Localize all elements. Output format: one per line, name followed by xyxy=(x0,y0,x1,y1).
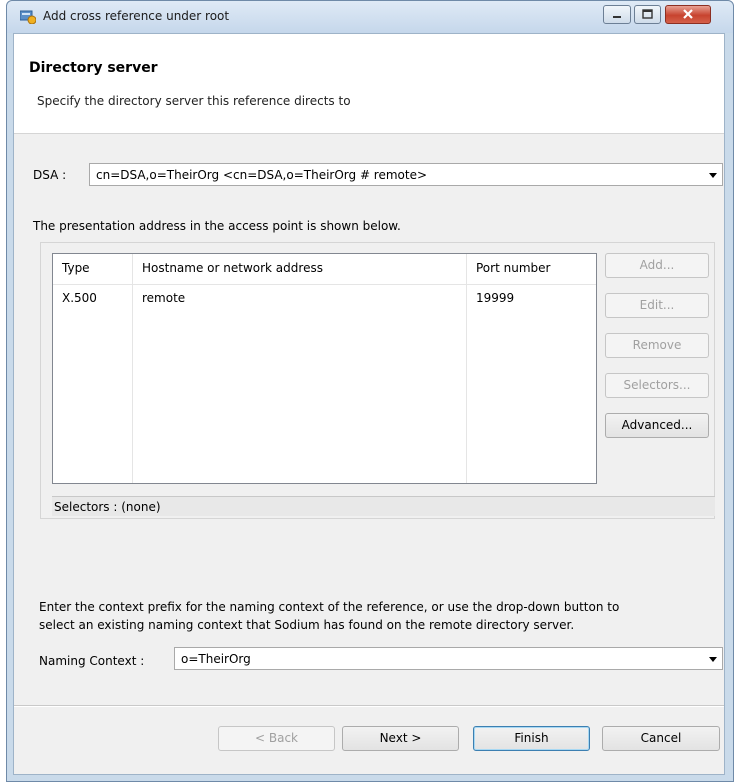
cell-port: 19999 xyxy=(476,291,515,305)
edit-button[interactable]: Edit... xyxy=(605,293,709,318)
app-icon xyxy=(19,10,37,25)
selectors-button[interactable]: Selectors... xyxy=(605,373,709,398)
chevron-down-icon xyxy=(709,657,717,662)
selectors-status-bar: Selectors : (none) xyxy=(52,496,715,516)
presentation-description: The presentation address in the access p… xyxy=(33,219,401,233)
title-bar: Add cross reference under root xyxy=(7,1,733,33)
dialog-content: Directory server Specify the directory s… xyxy=(13,33,725,775)
cancel-button[interactable]: Cancel xyxy=(602,726,720,751)
window-title: Add cross reference under root xyxy=(43,9,230,23)
chevron-down-icon xyxy=(709,173,717,178)
column-header-hostname[interactable]: Hostname or network address xyxy=(142,261,323,275)
page-subtitle: Specify the directory server this refere… xyxy=(37,94,351,108)
next-button[interactable]: Next > xyxy=(342,726,459,751)
cell-host: remote xyxy=(142,291,186,305)
naming-help-line-2: select an existing naming context that S… xyxy=(39,618,575,632)
back-button[interactable]: < Back xyxy=(218,726,335,751)
finish-button[interactable]: Finish xyxy=(473,726,590,751)
column-divider xyxy=(132,254,133,483)
maximize-button[interactable] xyxy=(634,5,661,24)
page-title: Directory server xyxy=(29,60,158,76)
table-header: Type Hostname or network address Port nu… xyxy=(53,254,596,285)
column-header-port[interactable]: Port number xyxy=(476,261,550,275)
wizard-banner: Directory server Specify the directory s… xyxy=(14,34,724,134)
close-button[interactable] xyxy=(665,5,711,24)
dsa-value: cn=DSA,o=TheirOrg <cn=DSA,o=TheirOrg # r… xyxy=(96,168,428,182)
naming-context-value: o=TheirOrg xyxy=(181,652,251,666)
advanced-button[interactable]: Advanced... xyxy=(605,413,709,438)
column-divider xyxy=(466,254,467,483)
dsa-dropdown[interactable]: cn=DSA,o=TheirOrg <cn=DSA,o=TheirOrg # r… xyxy=(89,163,723,186)
naming-context-label: Naming Context : xyxy=(39,654,145,668)
dialog-window: Add cross reference under root Directory… xyxy=(6,0,734,782)
cell-type: X.500 xyxy=(62,291,97,305)
address-table[interactable]: Type Hostname or network address Port nu… xyxy=(52,253,597,484)
remove-button[interactable]: Remove xyxy=(605,333,709,358)
dsa-label: DSA : xyxy=(33,168,67,182)
add-button[interactable]: Add... xyxy=(605,253,709,278)
column-header-type[interactable]: Type xyxy=(62,261,90,275)
close-icon xyxy=(683,9,693,19)
naming-help-line-1: Enter the context prefix for the naming … xyxy=(39,600,620,614)
selectors-status: Selectors : (none) xyxy=(54,500,161,514)
minimize-button[interactable] xyxy=(603,5,631,24)
naming-context-combo[interactable]: o=TheirOrg xyxy=(174,647,723,670)
